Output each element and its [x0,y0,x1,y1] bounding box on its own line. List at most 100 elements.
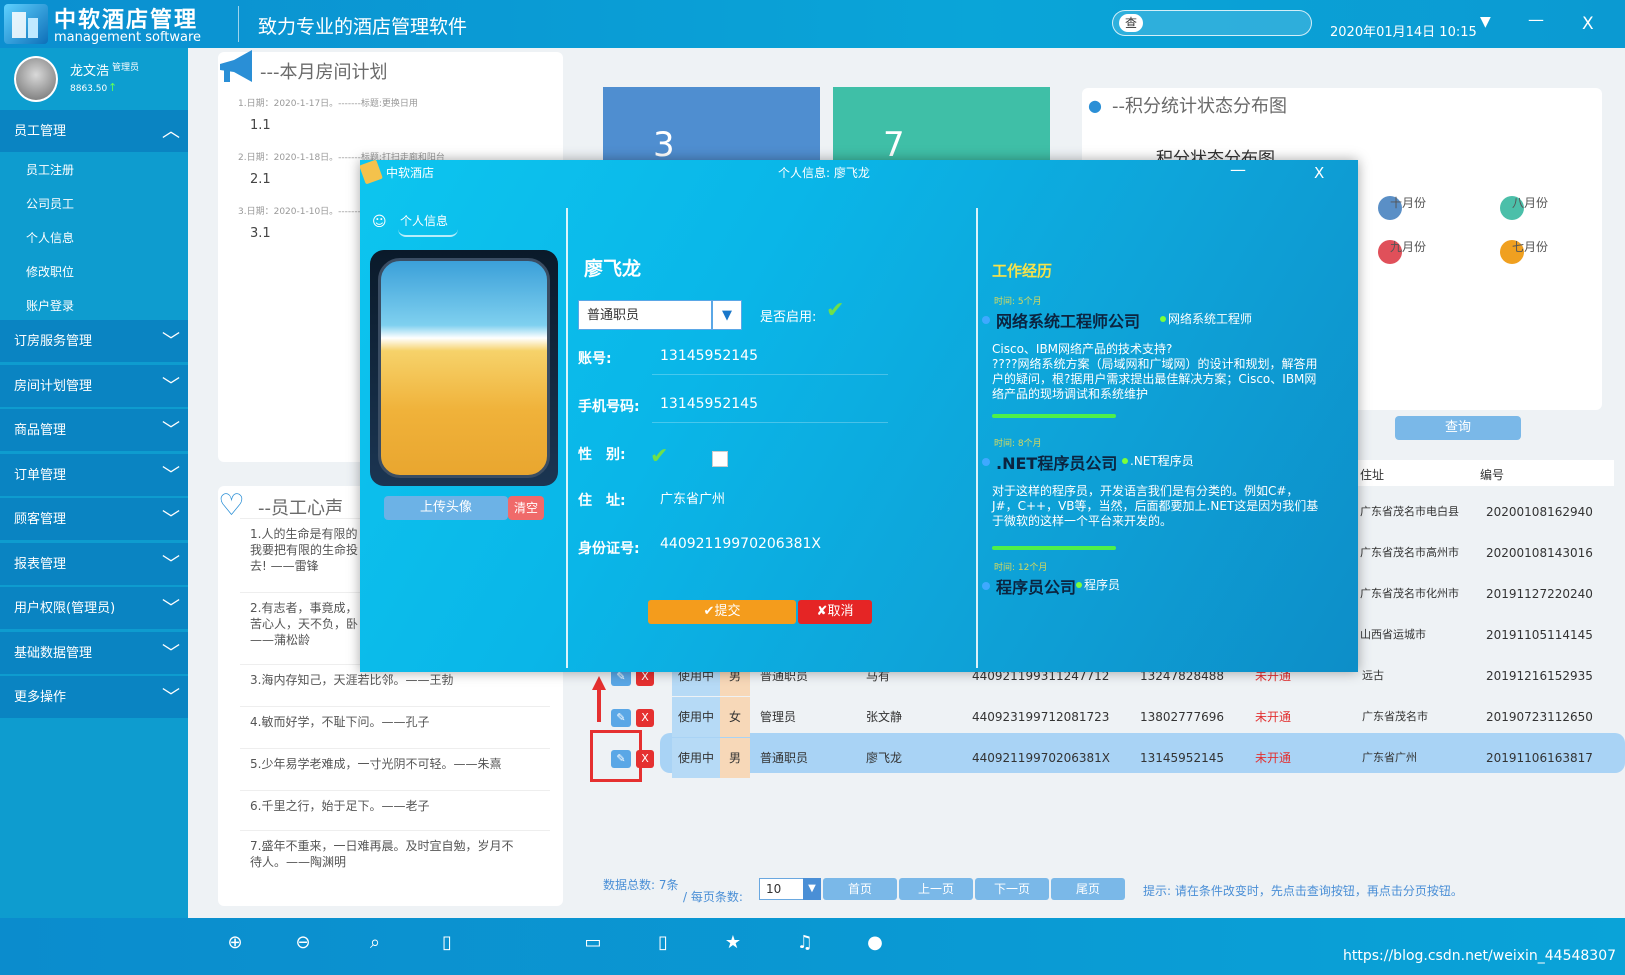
work-progress-bar [992,414,1116,418]
employee-name: 廖飞龙 [584,258,642,280]
submit-button[interactable]: ✔提交 [648,600,796,624]
enabled-checkbox[interactable]: ✔ [826,298,844,323]
query-button[interactable]: 查询 [1395,416,1521,440]
sidebar-section-label: 员工管理 [14,124,67,139]
avatar[interactable] [14,56,58,102]
legend-label: 八月份 [1512,196,1549,210]
stat-card[interactable]: 7 [833,87,1050,167]
sidebar-item[interactable]: 员工注册 [0,154,188,187]
chat-bubble-icon: ● [1088,96,1102,115]
upload-avatar-button[interactable]: 上传头像 [384,496,508,520]
cell-number: 20191216152935 [1486,669,1593,683]
header-divider [238,6,239,42]
cell-position: 普通职员 [760,751,809,765]
zoom-out-icon[interactable]: ⊖ [290,930,316,956]
edit-icon[interactable]: ✎ [611,709,631,727]
table-row[interactable]: 广东省茂名市化州市 20191127220240 [1358,574,1618,614]
minimize-icon[interactable]: — [1230,160,1246,179]
next-page-button[interactable]: 下一页 [975,878,1049,900]
sidebar-item[interactable]: 账户登录 [0,290,188,323]
first-page-button[interactable]: 首页 [823,878,897,900]
gender-label: 性 别: [578,447,626,463]
gender-male-checkbox[interactable]: ✔ [650,444,668,469]
plan-item[interactable]: 3.1 [250,226,271,241]
sidebar-section[interactable]: 订单管理 ﹀ [0,454,188,498]
cell-number: 20190723112650 [1486,710,1593,724]
tab-personal-info[interactable]: 个人信息 [398,210,459,237]
field-underline [652,422,888,423]
minimize-icon[interactable]: — [1528,10,1544,29]
table-row[interactable]: ✎ X 使用中女管理员 张文静 440923199712081723 1380277769… [0,697,1625,737]
col-address: 住址 [1360,468,1385,482]
sidebar-section-label: 房间计划管理 [14,379,93,394]
microphone-icon[interactable]: ♫ [792,930,818,956]
cancel-button[interactable]: ✘取消 [798,600,872,624]
sidebar-item[interactable]: 个人信息 [0,222,188,255]
sidebar-section[interactable]: 商品管理 ﹀ [0,409,188,453]
dialog-app-name: 中软酒店 [386,166,435,180]
sidebar-section[interactable]: 报表管理 ﹀ [0,543,188,587]
clear-avatar-button[interactable]: 清空 [508,496,544,520]
chevron-down-icon: ﹀ [162,598,180,619]
dialog-divider [976,208,978,668]
close-icon[interactable]: X [1582,14,1594,34]
close-icon[interactable]: X [1314,164,1324,182]
chevron-down-icon[interactable]: ▼ [803,878,821,900]
cell-address: 广东省广州 [1362,751,1417,764]
plan-item[interactable]: 2.1 [250,172,271,187]
table-row[interactable]: 广东省茂名市高州市 20200108143016 [1358,533,1618,573]
person-icon: ☺ [372,214,387,230]
room-plan-title: ---本月房间计划 [260,62,388,83]
account-field[interactable]: 13145952145 [660,348,758,364]
phone-field[interactable]: 13145952145 [660,396,758,412]
work-company: 程序员公司 [996,578,1077,597]
cell-status: 使用中 [672,738,720,778]
zoom-in-icon[interactable]: ⊕ [222,930,248,956]
table-row[interactable]: 广东省茂名市电白县 20200108162940 [1358,492,1618,532]
bullet-icon [1076,582,1082,588]
stat-card[interactable]: 3 [603,87,820,167]
table-row[interactable]: ✎ X 使用中男普通职员 廖飞龙 44092119970206381X 131459521… [0,738,1625,778]
search-icon[interactable]: ⌕ [362,930,388,956]
prev-page-button[interactable]: 上一页 [899,878,973,900]
plan-item[interactable]: 1.1 [250,118,271,133]
sidebar-item[interactable]: 公司员工 [0,188,188,221]
col-number: 编号 [1480,468,1505,482]
phone-icon[interactable]: ▯ [434,930,460,956]
sidebar-section[interactable]: 订房服务管理 ﹀ [0,320,188,364]
address-field[interactable]: 广东省广州 [660,488,725,507]
position-select[interactable]: 普通职员 [578,300,712,330]
sidebar-section-label: 订房服务管理 [14,334,93,349]
last-page-button[interactable]: 尾页 [1051,878,1125,900]
table-row[interactable]: 山西省运城市 20191105114145 [1358,615,1618,655]
header-search[interactable]: 查 [1112,10,1312,36]
gender-female-checkbox[interactable] [712,451,728,467]
search-input[interactable] [1149,14,1299,32]
sidebar-section[interactable]: 房间计划管理 ﹀ [0,365,188,409]
quote-item: 7.盛年不重来，一日难再晨。及时宜自勉，岁月不 待人。——陶渊明 [250,839,514,869]
work-company: 网络系统工程师公司 [996,312,1141,331]
annotation-highlight-box [590,730,642,782]
app-logo: 中软酒店管理 management software [4,2,234,46]
sidebar-item[interactable]: 修改职位 [0,256,188,289]
divider [240,790,550,791]
cell-address: 广东省茂名市化州市 [1360,587,1459,600]
mobile-icon[interactable]: ▯ [650,930,676,956]
pager: 数据总数: 7条 / 每页条数: 10 ▼ 首页 上一页 下一页 尾页 提示: … [603,870,1613,904]
cell-number: 20191106163817 [1486,751,1593,765]
sidebar-section[interactable]: 顾客管理 ﹀ [0,498,188,542]
phone-label: 手机号码: [578,399,640,415]
chevron-down-icon[interactable]: ▼ [712,300,742,330]
bullet-icon [1160,316,1166,322]
field-underline [652,374,888,375]
delete-icon[interactable]: X [636,709,654,727]
search-button[interactable]: 查 [1119,14,1143,32]
dropdown-icon[interactable]: ▼ [1480,14,1491,30]
star-icon[interactable]: ★ [720,930,746,956]
game-console-icon[interactable]: ▭ [580,930,606,956]
sidebar-section[interactable]: 用户权限(管理员) ﹀ [0,587,188,631]
cell-address: 广东省茂名市电白县 [1360,505,1459,518]
globe-icon[interactable]: ● [862,930,888,956]
sidebar-section[interactable]: 员工管理 ︿ [0,110,188,154]
idcard-field[interactable]: 44092119970206381X [660,536,821,552]
